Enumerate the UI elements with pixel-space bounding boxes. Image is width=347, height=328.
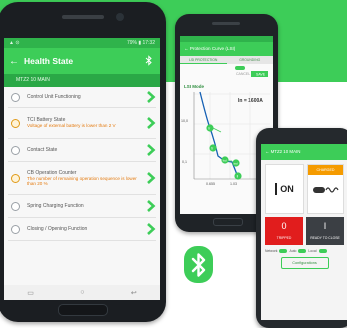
status-row: ON CHARGED: [265, 164, 344, 214]
status-right: 79% ▮ 17:32: [126, 40, 155, 46]
list-item[interactable]: TCI Battery State Voltage of external ba…: [8, 108, 156, 139]
status-bar: ▲ ⊙ 79% ▮ 17:32: [4, 38, 160, 48]
chevron-right-icon[interactable]: [146, 116, 156, 130]
item-warning: The number of remaining operation sequen…: [27, 175, 137, 187]
chevron-right-icon[interactable]: [146, 222, 156, 236]
warning-icon: [11, 118, 20, 128]
handle-label-ii: Ii: [237, 174, 239, 178]
tile-row: 0 TRIPPED I READY TO CLOSE: [265, 217, 344, 245]
on-bar-icon: [275, 183, 278, 195]
item-label: Control Unit Functioning: [27, 94, 81, 100]
tripped-value: 0: [281, 221, 287, 231]
spring-icon: [313, 187, 339, 193]
chevron-right-icon[interactable]: [146, 90, 156, 104]
warning-icon: [11, 173, 20, 183]
page-title: Protection Curve (LSI): [189, 46, 236, 51]
ready-label: READY TO CLOSE: [310, 236, 340, 240]
device-name: MTZ2 10 MAIN: [4, 74, 160, 87]
on-state-card: ON: [265, 164, 304, 214]
item-text: CB Operation Counter The number of remai…: [27, 170, 146, 187]
android-nav-bar: ▭ ○ ↩: [4, 285, 160, 300]
x-tick-label: 1.03: [230, 182, 237, 186]
app-bar: ← Protection Curve (LSI): [180, 42, 273, 56]
cancel-button[interactable]: CANCEL: [236, 72, 250, 76]
home-icon[interactable]: ○: [80, 289, 84, 296]
ready-tile: I READY TO CLOSE: [306, 217, 344, 245]
health-list: Control Unit Functioning TCI Battery Sta…: [4, 87, 160, 241]
breaker-status-screen: ← MTZ2 10 MAIN ON CHARGED 0 TRIPPED I RE…: [261, 144, 347, 320]
phone-breaker-status: ← MTZ2 10 MAIN ON CHARGED 0 TRIPPED I RE…: [256, 128, 347, 328]
x-tick-label: 0.655: [206, 182, 215, 186]
tab-lsi-protection[interactable]: LSI PROTECTION: [180, 56, 227, 64]
y-tick-label: 0,1: [182, 160, 187, 164]
toggle-label: Network: [265, 249, 278, 253]
list-item[interactable]: Spring Charging Function: [8, 195, 156, 218]
health-state-screen: ▲ ⊙ 79% ▮ 17:32 ← Health State MTZ2 10 M…: [4, 38, 160, 300]
phone-speaker: [62, 15, 104, 19]
chevron-right-icon[interactable]: [146, 143, 156, 157]
list-item[interactable]: Contact State: [8, 139, 156, 162]
bluetooth-icon: [191, 252, 205, 277]
status-left: ▲ ⊙: [9, 40, 20, 46]
handle-label-isd: Isd: [223, 158, 227, 162]
network-toggle[interactable]: [279, 249, 288, 253]
back-icon[interactable]: ↩: [131, 289, 137, 297]
phone-home-key: [58, 304, 108, 316]
handle-label-tsd: tsd: [234, 161, 238, 165]
save-button[interactable]: SAVE: [256, 72, 266, 76]
item-label: Spring Charging Function: [27, 203, 84, 209]
list-item[interactable]: Closing / Opening Function: [8, 218, 156, 241]
back-arrow-icon[interactable]: ←: [9, 56, 21, 67]
list-item[interactable]: Control Unit Functioning: [8, 87, 156, 108]
phone-camera: [116, 13, 124, 21]
info-icon: [11, 145, 20, 155]
tab-grounding[interactable]: GROUNDING: [227, 56, 274, 64]
charged-badge: CHARGED: [308, 165, 343, 175]
phone-speaker: [212, 22, 240, 25]
status-body: ON CHARGED 0 TRIPPED I READY TO CLOSE Ne…: [261, 160, 347, 273]
on-state-label: ON: [280, 184, 294, 194]
chevron-right-icon[interactable]: [146, 199, 156, 213]
mode-label: LSI Mode: [184, 84, 204, 89]
item-label: Closing / Opening Function: [27, 226, 88, 232]
chevron-right-icon[interactable]: [146, 171, 156, 185]
app-bar: ← MTZ2 10 MAIN: [261, 144, 347, 160]
bluetooth-badge: [184, 246, 213, 283]
spring-charged-card: CHARGED: [307, 164, 344, 214]
in-rating-label: In = 1600A: [238, 98, 263, 104]
tab-bar: LSI PROTECTION GROUNDING: [180, 56, 273, 64]
toggle-label: Auto: [289, 249, 297, 253]
tripped-tile: 0 TRIPPED: [265, 217, 303, 245]
item-text: TCI Battery State Voltage of external ba…: [27, 117, 146, 129]
mode-toggles: Network Auto Local: [265, 249, 344, 253]
app-bar: ← Health State: [4, 48, 160, 74]
tripped-label: TRIPPED: [276, 236, 292, 240]
y-tick-label: 10,0: [181, 119, 188, 123]
info-icon: [11, 92, 20, 102]
item-label: Contact State: [27, 147, 58, 153]
info-icon: [11, 224, 20, 234]
ready-value: I: [323, 221, 327, 231]
info-icon: [11, 201, 20, 211]
bluetooth-icon[interactable]: [143, 55, 155, 67]
page-title: Health State: [24, 56, 74, 66]
auto-toggle[interactable]: [298, 249, 307, 253]
phone-health-state: ▲ ⊙ 79% ▮ 17:32 ← Health State MTZ2 10 M…: [0, 2, 166, 322]
recent-apps-icon[interactable]: ▭: [27, 289, 34, 297]
phone-home-key: [213, 218, 243, 226]
toggle-label: Local: [308, 249, 317, 253]
item-warning: Voltage of external battery is lower tha…: [27, 123, 116, 129]
configurations-button[interactable]: Configurations: [280, 257, 329, 269]
local-toggle[interactable]: [318, 249, 327, 253]
device-name: MTZ2 10 MAIN: [270, 149, 301, 154]
list-item[interactable]: CB Operation Counter The number of remai…: [8, 162, 156, 195]
